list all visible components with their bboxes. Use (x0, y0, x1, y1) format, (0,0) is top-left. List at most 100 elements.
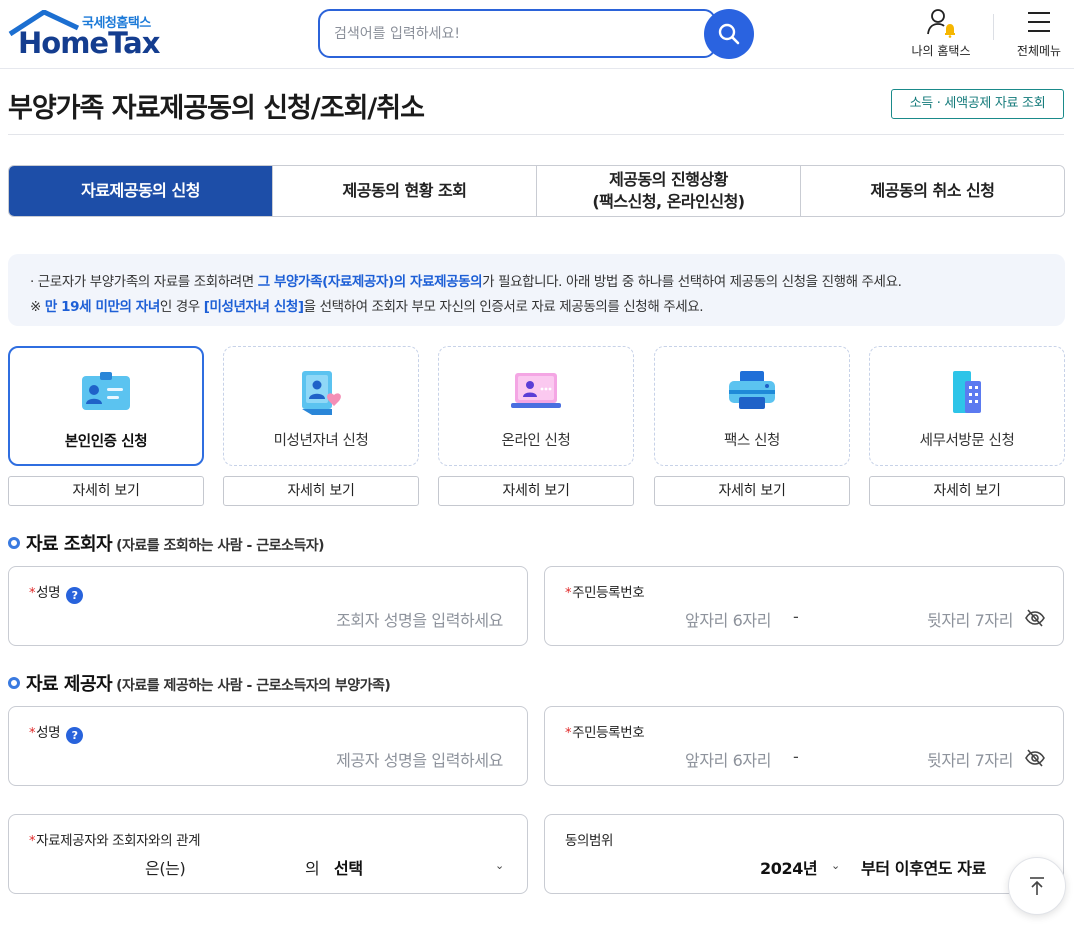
relation-select[interactable]: 선택 (334, 855, 363, 879)
method-card-online[interactable]: 온라인 신청 (438, 346, 634, 466)
search-input[interactable] (334, 21, 674, 47)
fax-icon (729, 371, 775, 409)
header: 국세청홈택스 HomeTax 나의 홈택스 (0, 0, 1074, 69)
field-label-text: 자료제공자와 조회자와의 관계 (36, 833, 201, 849)
tab-consent-cancel[interactable]: 제공동의 취소 신청 (801, 166, 1064, 216)
notice-highlight: [미성년자녀 신청] (203, 299, 304, 315)
provider-name-field[interactable]: *성명? 제공자 성명을 입력하세요 (8, 706, 528, 786)
logo-english: HomeTax (18, 26, 160, 60)
chevron-down-icon[interactable]: ⌄ (495, 859, 504, 872)
method-card-minor-child[interactable]: 미성년자녀 신청 (223, 346, 419, 466)
scope-field: 동의범위 2024년 ⌄ 부터 이후연도 자료 (544, 814, 1064, 894)
hometax-logo[interactable]: 국세청홈택스 HomeTax (8, 10, 168, 60)
rrn-dash: - (793, 747, 799, 766)
hamburger-menu-icon (1028, 12, 1050, 32)
section-title-text: 자료 제공자 (26, 674, 113, 695)
viewer-rrn-front-input[interactable]: 앞자리 6자리 (685, 607, 771, 631)
tab-label: 제공동의 현황 조회 (342, 181, 467, 200)
section-bullet-icon (8, 677, 20, 689)
detail-button-self-auth[interactable]: 자세히 보기 (8, 476, 204, 506)
provider-name-input[interactable]: 제공자 성명을 입력하세요 (336, 747, 503, 771)
required-mark: * (29, 726, 36, 741)
page-title: 부양가족 자료제공동의 신청/조회/취소 (8, 93, 425, 124)
tab-label: 자료제공동의 신청 (81, 181, 200, 200)
search-button[interactable] (704, 9, 754, 59)
tab-label-sub: (팩스신청, 온라인신청) (592, 192, 745, 211)
rrn-dash: - (793, 607, 799, 626)
required-mark: * (29, 834, 36, 849)
search-icon (718, 23, 740, 45)
tab-consent-progress[interactable]: 제공동의 진행상황 (팩스신청, 온라인신청) (537, 166, 801, 216)
section-subtitle: (자료를 제공하는 사람 - 근로소득자의 부양가족) (116, 678, 391, 694)
field-label-text: 성명 (36, 585, 61, 601)
viewer-rrn-field: *주민등록번호 앞자리 6자리 - 뒷자리 7자리 (544, 566, 1064, 646)
method-label: 본인인증 신청 (64, 434, 148, 450)
notice-text: 인 경우 (159, 299, 204, 315)
method-label: 팩스 신청 (724, 433, 780, 449)
required-mark: * (565, 726, 572, 741)
eye-off-icon[interactable] (1025, 609, 1045, 627)
method-card-self-auth[interactable]: 본인인증 신청 (8, 346, 204, 466)
method-label: 세무서방문 신청 (919, 433, 1015, 449)
header-divider (993, 14, 994, 40)
field-label: *성명? (29, 581, 84, 604)
viewer-name-field[interactable]: *성명? 조회자 성명을 입력하세요 (8, 566, 528, 646)
detail-button-minor-child[interactable]: 자세히 보기 (223, 476, 419, 506)
viewer-section-title: 자료 조회자 (자료를 조회하는 사람 - 근로소득자) (8, 530, 325, 556)
field-label: *주민등록번호 (565, 581, 645, 601)
required-mark: * (565, 586, 572, 601)
provider-rrn-back-input[interactable]: 뒷자리 7자리 (927, 747, 1013, 771)
tab-consent-apply[interactable]: 자료제공동의 신청 (9, 166, 273, 216)
notice-text: 가 필요합니다. 아래 방법 중 하나를 선택하여 제공동의 신청을 진행해 주… (482, 274, 902, 290)
deduction-data-link[interactable]: 소득 · 세액공제 자료 조회 (891, 89, 1064, 119)
detail-button-tax-office[interactable]: 자세히 보기 (869, 476, 1065, 506)
notice-line-1: · 근로자가 부양가족의 자료를 조회하려면 그 부양가족(자료제공자)의 자료… (30, 270, 1065, 295)
scroll-to-top-button[interactable] (1008, 857, 1066, 915)
all-menu-label: 전체메뉴 (1016, 44, 1062, 58)
method-label: 미성년자녀 신청 (273, 433, 369, 449)
chevron-down-icon[interactable]: ⌄ (831, 859, 840, 872)
detail-button-online[interactable]: 자세히 보기 (438, 476, 634, 506)
field-label: *주민등록번호 (565, 721, 645, 741)
notice-text: 을 선택하여 조회자 부모 자신의 인증서로 자료 제공동의를 신청해 주세요. (303, 299, 704, 315)
relation-field: *자료제공자와 조회자와의 관계 은(는) 의 선택 ⌄ (8, 814, 528, 894)
search-box (318, 9, 716, 58)
building-icon (953, 371, 981, 413)
method-label: 온라인 신청 (501, 433, 571, 449)
my-hometax-link[interactable]: 나의 홈택스 (906, 6, 976, 62)
user-bell-icon (927, 9, 955, 38)
tab-consent-status[interactable]: 제공동의 현황 조회 (273, 166, 537, 216)
provider-rrn-field: *주민등록번호 앞자리 6자리 - 뒷자리 7자리 (544, 706, 1064, 786)
tab-label: 제공동의 진행상황 (609, 170, 728, 189)
notice-text: ※ (30, 299, 45, 315)
field-label: *자료제공자와 조회자와의 관계 (29, 829, 201, 849)
help-icon[interactable]: ? (66, 587, 84, 604)
field-label: 동의범위 (565, 829, 613, 849)
method-card-tax-office-visit[interactable]: 세무서방문 신청 (869, 346, 1065, 466)
field-label: *성명? (29, 721, 84, 744)
section-bullet-icon (8, 537, 20, 549)
method-card-fax[interactable]: 팩스 신청 (654, 346, 850, 466)
tab-label: 제공동의 취소 신청 (870, 181, 995, 200)
notice-box: · 근로자가 부양가족의 자료를 조회하려면 그 부양가족(자료제공자)의 자료… (8, 254, 1065, 326)
scope-suffix: 부터 이후연도 자료 (861, 859, 986, 878)
all-menu-button[interactable]: 전체메뉴 (1008, 6, 1070, 62)
viewer-name-input[interactable]: 조회자 성명을 입력하세요 (336, 607, 503, 631)
field-label-text: 동의범위 (565, 833, 614, 849)
notice-highlight: 만 19세 미만의 자녀 (44, 299, 160, 315)
laptop-icon (511, 373, 561, 408)
eye-off-icon[interactable] (1025, 749, 1045, 767)
relation-text-2: 의 (305, 859, 320, 878)
detail-button-fax[interactable]: 자세히 보기 (654, 476, 850, 506)
field-label-text: 주민등록번호 (572, 585, 645, 601)
viewer-rrn-back-input[interactable]: 뒷자리 7자리 (927, 607, 1013, 631)
arrow-up-icon (1030, 877, 1044, 895)
required-mark: * (29, 586, 36, 601)
provider-section-title: 자료 제공자 (자료를 제공하는 사람 - 근로소득자의 부양가족) (8, 670, 391, 696)
provider-rrn-front-input[interactable]: 앞자리 6자리 (685, 747, 771, 771)
title-divider (8, 134, 1064, 135)
child-heart-icon (302, 371, 341, 415)
notice-highlight: 그 부양가족(자료제공자)의 자료제공동의 (257, 274, 483, 290)
help-icon[interactable]: ? (66, 727, 84, 744)
scope-year-select[interactable]: 2024년 (760, 855, 818, 879)
